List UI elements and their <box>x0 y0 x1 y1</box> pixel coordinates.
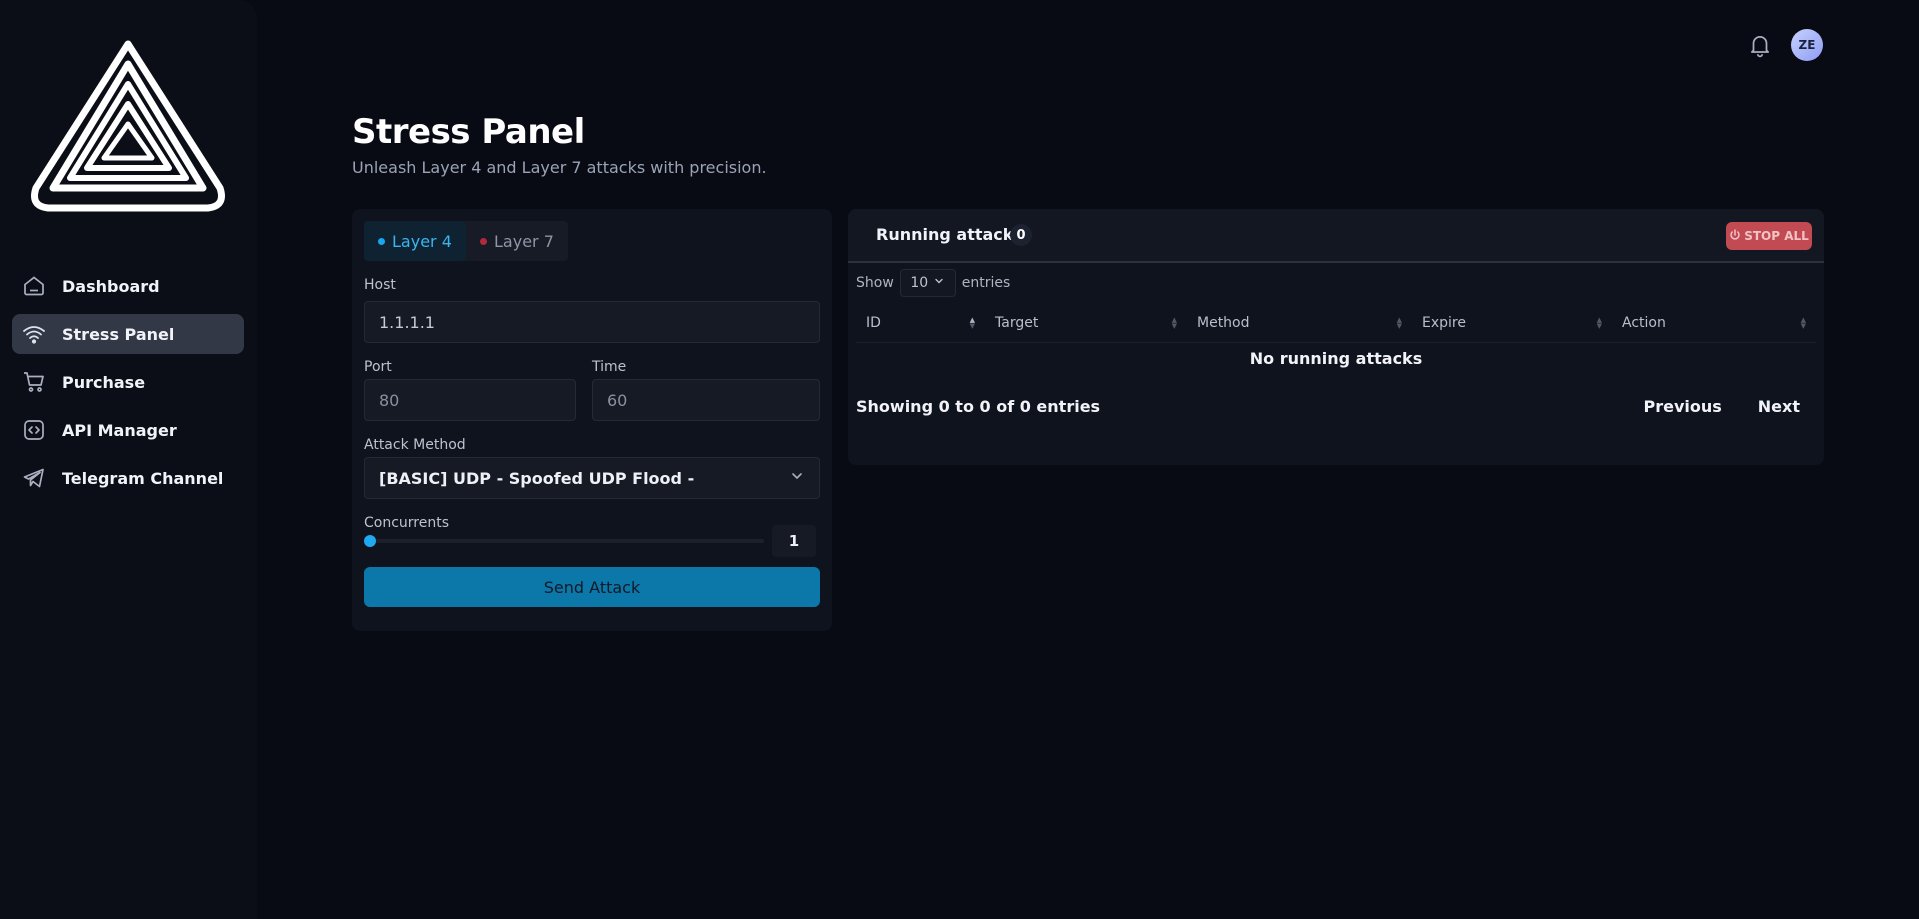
sort-icon: ▲ ▼ <box>1596 316 1602 330</box>
status-dot <box>480 237 487 245</box>
sidebar-item-dashboard[interactable]: Dashboard <box>12 266 244 306</box>
previous-page-button[interactable]: Previous <box>1643 397 1721 416</box>
show-label: Show <box>856 275 894 291</box>
column-header-target[interactable]: Target ▲ ▼ <box>985 303 1187 343</box>
running-attacks-card: Running attacks 0 STOP ALL Show 10 entri… <box>848 209 1824 465</box>
triangle-logo[interactable] <box>28 38 228 216</box>
tab-layer-7[interactable]: Layer 7 <box>466 221 568 261</box>
sidebar-item-label: Dashboard <box>62 276 160 296</box>
sort-icon: ▲ ▼ <box>969 316 975 330</box>
attack-method-label: Attack Method <box>364 437 466 453</box>
sidebar-item-label: Stress Panel <box>62 324 175 344</box>
attack-method-select[interactable]: [BASIC] UDP - Spoofed UDP Flood - <box>364 457 820 499</box>
chevron-down-icon <box>928 275 945 291</box>
page-title: Stress Panel <box>352 112 585 152</box>
sidebar-item-telegram-channel[interactable]: Telegram Channel <box>12 458 244 498</box>
attack-form-card: Layer 4 Layer 7 Host 1.1.1.1 Port 80 Tim… <box>352 209 832 631</box>
next-page-button[interactable]: Next <box>1758 397 1800 416</box>
sidebar-item-purchase[interactable]: Purchase <box>12 362 244 402</box>
port-input[interactable]: 80 <box>364 379 576 421</box>
cart-icon <box>20 368 48 396</box>
host-label: Host <box>364 277 396 293</box>
attacks-header: Running attacks 0 STOP ALL <box>848 209 1824 263</box>
avatar[interactable]: ZE <box>1791 29 1823 61</box>
column-header-expire[interactable]: Expire ▲ ▼ <box>1412 303 1612 343</box>
tab-label: Layer 7 <box>494 231 554 251</box>
sidebar-item-label: Purchase <box>62 372 146 392</box>
concurrents-value[interactable]: 1 <box>772 525 816 557</box>
send-icon <box>20 464 48 492</box>
page-size-value: 10 <box>910 275 929 291</box>
attacks-table-header: ID ▲ ▼ Target ▲ ▼ Method ▲ ▼ Expire ▲ ▼ Acti… <box>856 303 1816 343</box>
host-input[interactable]: 1.1.1.1 <box>364 301 820 343</box>
chevron-down-icon <box>789 468 805 488</box>
page-size-select[interactable]: 10 <box>899 269 956 297</box>
bell-icon[interactable] <box>1747 32 1773 58</box>
sidebar-item-label: API Manager <box>62 420 177 440</box>
sidebar: Dashboard Stress Panel Purchase API Mana… <box>0 0 257 919</box>
slider-handle[interactable] <box>364 535 376 547</box>
column-header-action[interactable]: Action ▲ ▼ <box>1612 303 1816 343</box>
table-info: Showing 0 to 0 of 0 entries <box>856 397 1101 416</box>
sidebar-item-label: Telegram Channel <box>62 468 224 488</box>
stop-all-button[interactable]: STOP ALL <box>1726 222 1812 250</box>
tab-label: Layer 4 <box>392 231 452 251</box>
column-header-label: Method <box>1197 315 1250 331</box>
stop-all-label: STOP ALL <box>1744 229 1809 243</box>
pagination: Previous Next <box>1607 397 1800 416</box>
attacks-title: Running attacks <box>876 225 1023 244</box>
empty-table-message: No running attacks <box>1249 349 1423 368</box>
status-dot <box>378 237 385 245</box>
wifi-icon <box>20 320 48 348</box>
column-header-label: Action <box>1622 315 1666 331</box>
column-header-id[interactable]: ID ▲ ▼ <box>856 303 985 343</box>
power-icon <box>1729 228 1744 244</box>
tab-layer-4[interactable]: Layer 4 <box>364 221 466 261</box>
page-size-control: Show 10 entries <box>856 269 1010 297</box>
page-subtitle: Unleash Layer 4 and Layer 7 attacks with… <box>352 158 767 177</box>
send-attack-button[interactable]: Send Attack <box>364 567 820 607</box>
sort-icon: ▲ ▼ <box>1396 316 1402 330</box>
concurrents-slider[interactable] <box>364 535 764 547</box>
column-header-label: Expire <box>1422 315 1466 331</box>
sidebar-nav: Dashboard Stress Panel Purchase API Mana… <box>12 266 244 506</box>
concurrents-label: Concurrents <box>364 515 450 531</box>
attack-method-value: [BASIC] UDP - Spoofed UDP Flood - <box>379 468 695 488</box>
app: Dashboard Stress Panel Purchase API Mana… <box>0 0 1919 919</box>
column-header-label: ID <box>866 315 881 331</box>
attacks-count-badge: 0 <box>1010 224 1032 246</box>
sidebar-item-stress-panel[interactable]: Stress Panel <box>12 314 244 354</box>
port-label: Port <box>364 359 392 375</box>
entries-label: entries <box>961 275 1011 291</box>
column-header-label: Target <box>995 315 1039 331</box>
code-icon <box>20 416 48 444</box>
sort-icon: ▲ ▼ <box>1171 316 1177 330</box>
time-label: Time <box>592 359 627 375</box>
sidebar-item-api-manager[interactable]: API Manager <box>12 410 244 450</box>
home-icon <box>20 272 48 300</box>
sort-icon: ▲ ▼ <box>1800 316 1806 330</box>
layer-tabs: Layer 4 Layer 7 <box>364 221 568 261</box>
column-header-method[interactable]: Method ▲ ▼ <box>1187 303 1412 343</box>
time-input[interactable]: 60 <box>592 379 820 421</box>
